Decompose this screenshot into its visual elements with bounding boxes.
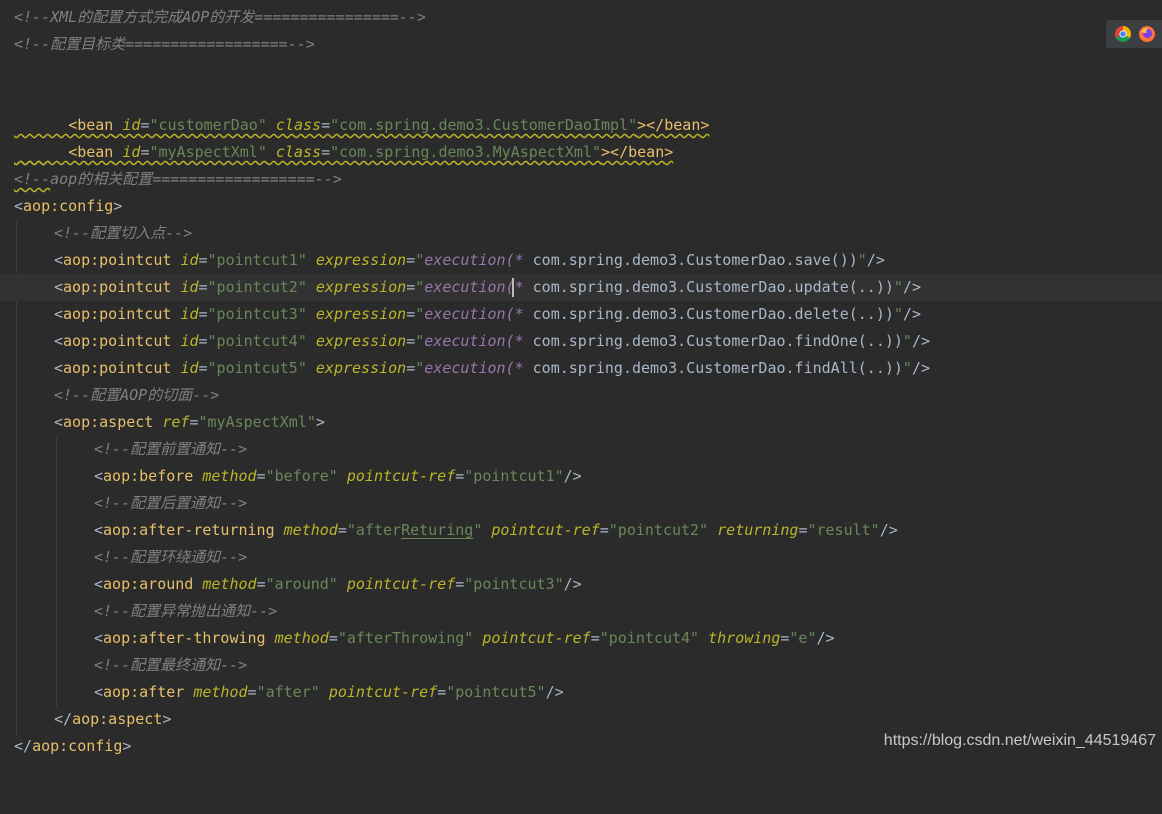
code-line-aop-after[interactable]: <aop:after method="after" pointcut-ref="… (0, 679, 1162, 706)
code-line-aop-after-throwing[interactable]: <aop:after-throwing method="afterThrowin… (0, 625, 1162, 652)
code-line-aop-after-returning[interactable]: <aop:after-returning method="afterReturi… (0, 517, 1162, 544)
browser-preview-bar (1106, 20, 1162, 48)
comment-text: <!--配置最终通知--> (94, 656, 248, 674)
code-line-7[interactable]: <!--aop的相关配置==================--> (0, 166, 1162, 193)
code-line-pointcut5[interactable]: <aop:pointcut id="pointcut5" expression=… (0, 355, 1162, 382)
comment-text: <!--配置AOP的切面--> (54, 386, 220, 404)
code-editor[interactable]: <!--XML的配置方式完成AOP的开发================--> … (0, 0, 1162, 760)
tag-aop-config-close: </aop:config> (14, 737, 132, 755)
comment-text: <!--配置后置通知--> (94, 494, 248, 512)
code-line-bean-myaspectxml[interactable]: <bean id="myAspectXml" class="com.spring… (0, 112, 1162, 161)
code-line-aop-config-open[interactable]: <aop:config> (0, 193, 1162, 220)
comment-text: <!--XML的配置方式完成AOP的开发================--> (14, 8, 426, 26)
pointcut-declaration: <aop:pointcut id="pointcut4" expression=… (54, 332, 931, 350)
comment-text: <!--配置环绕通知--> (94, 548, 248, 566)
pointcut-declaration: <aop:pointcut id="pointcut2" expression=… (54, 278, 921, 296)
advice-after-throwing: <aop:after-throwing method="afterThrowin… (94, 629, 835, 647)
code-line-23[interactable]: <!--配置异常抛出通知--> (0, 598, 1162, 625)
code-line-aop-aspect-open[interactable]: <aop:aspect ref="myAspectXml"> (0, 409, 1162, 436)
pointcut-declaration: <aop:pointcut id="pointcut3" expression=… (54, 305, 921, 323)
comment-text: <!--aop的相关配置==================--> (14, 170, 342, 188)
firefox-icon[interactable] (1139, 26, 1155, 42)
pointcut-declaration: <aop:pointcut id="pointcut5" expression=… (54, 359, 931, 377)
code-line-pointcut4[interactable]: <aop:pointcut id="pointcut4" expression=… (0, 328, 1162, 355)
text-caret (512, 278, 514, 297)
code-line-bean-customerdao[interactable]: <bean id="customerDao" class="com.spring… (0, 85, 1162, 134)
comment-text: <!--配置前置通知--> (94, 440, 248, 458)
comment-text: <!--配置异常抛出通知--> (94, 602, 278, 620)
code-line-17[interactable]: <!--配置前置通知--> (0, 436, 1162, 463)
watermark-url: https://blog.csdn.net/weixin_44519467 (883, 732, 1156, 749)
tag-aop-aspect-close: </aop:aspect> (54, 710, 172, 728)
code-line-19[interactable]: <!--配置后置通知--> (0, 490, 1162, 517)
code-line-21[interactable]: <!--配置环绕通知--> (0, 544, 1162, 571)
code-line-aop-around[interactable]: <aop:around method="around" pointcut-ref… (0, 571, 1162, 598)
code-line-pointcut2[interactable]: <aop:pointcut id="pointcut2" expression=… (0, 274, 1162, 301)
tag-aop-config: <aop:config> (14, 197, 123, 215)
pointcut-declaration: <aop:pointcut id="pointcut1" expression=… (54, 251, 885, 269)
comment-text: <!--配置切入点--> (54, 224, 193, 242)
code-line-pointcut1[interactable]: <aop:pointcut id="pointcut1" expression=… (0, 247, 1162, 274)
tag-aop-aspect: <aop:aspect ref="myAspectXml"> (54, 413, 325, 431)
comment-text: <!--配置目标类==================--> (14, 35, 315, 53)
code-line-9[interactable]: <!--配置切入点--> (0, 220, 1162, 247)
advice-before: <aop:before method="before" pointcut-ref… (94, 467, 582, 485)
code-line-25[interactable]: <!--配置最终通知--> (0, 652, 1162, 679)
code-line-pointcut3[interactable]: <aop:pointcut id="pointcut3" expression=… (0, 301, 1162, 328)
chrome-icon[interactable] (1115, 26, 1131, 42)
code-line-1[interactable]: <!--XML的配置方式完成AOP的开发================--> (0, 4, 1162, 31)
code-line-15[interactable]: <!--配置AOP的切面--> (0, 382, 1162, 409)
advice-after-returning: <aop:after-returning method="afterReturi… (94, 521, 898, 539)
advice-around: <aop:around method="around" pointcut-ref… (94, 575, 582, 593)
code-line-aop-before[interactable]: <aop:before method="before" pointcut-ref… (0, 463, 1162, 490)
advice-after: <aop:after method="after" pointcut-ref="… (94, 683, 564, 701)
code-line-2[interactable]: <!--配置目标类==================--> (0, 31, 1162, 58)
code-line-aop-aspect-close[interactable]: </aop:aspect> (0, 706, 1162, 733)
